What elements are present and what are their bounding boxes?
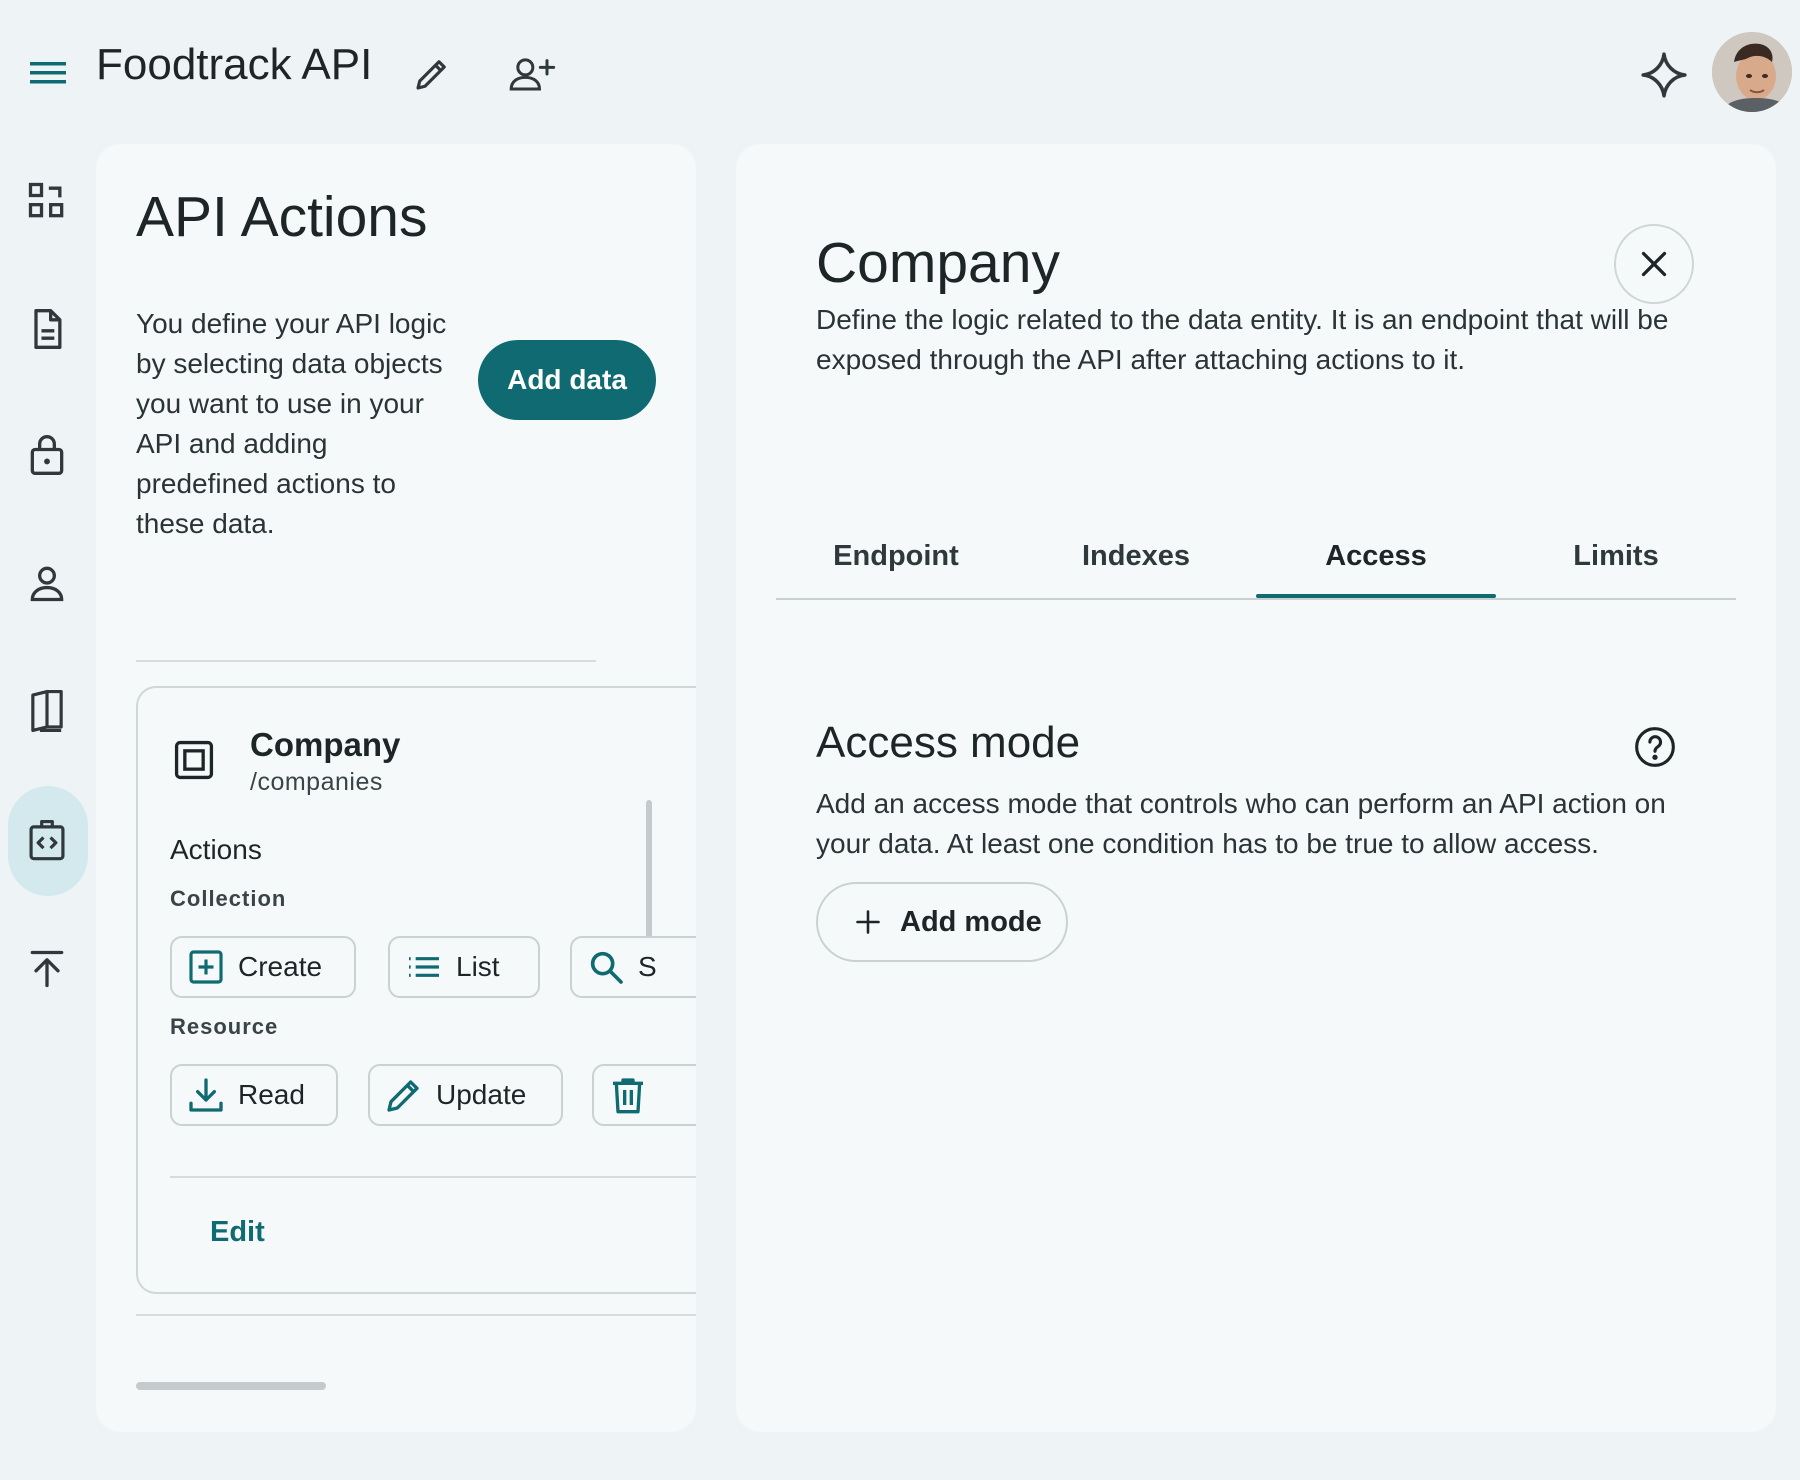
action-delete-button[interactable] [592,1064,696,1126]
panel-description: You define your API logic by selecting d… [136,308,447,539]
add-mode-label: Add mode [900,905,1042,938]
add-box-icon [189,950,223,984]
rail-item-users[interactable] [14,550,80,616]
pencil-icon [416,60,446,90]
collection-label: Collection [170,886,287,911]
search-icon [590,951,623,984]
entity-card: Company /companies Actions Collection Cr… [136,686,696,1294]
avatar-image [1712,32,1792,112]
help-button[interactable] [1630,722,1680,772]
horizontal-scrollbar[interactable] [136,1382,326,1390]
active-tab-indicator [1256,594,1496,598]
detail-description: Define the logic related to the data ent… [816,304,1669,375]
tab-indexes[interactable]: Indexes [1016,512,1256,600]
resource-label: Resource [170,1014,279,1039]
action-create-button[interactable]: Create [170,936,356,998]
tab-endpoint[interactable]: Endpoint [776,512,1016,600]
menu-icon [30,62,66,84]
divider [170,1176,696,1178]
detail-tabs: Endpoint Indexes Access Limits [776,512,1736,602]
action-list-button[interactable]: List [388,936,540,998]
user-avatar[interactable] [1712,32,1792,112]
plus-icon [856,910,880,934]
lock-icon [30,435,64,475]
entity-detail-panel: Company Define the logic related to the … [736,144,1776,1432]
ai-assistant-button[interactable] [1632,44,1696,106]
entity-path: /companies [250,768,383,796]
tab-access[interactable]: Access [1256,512,1496,600]
actions-heading: Actions [170,834,262,865]
divider [136,1314,696,1316]
action-search-button[interactable]: S [570,936,696,998]
tabs-divider [776,598,1736,600]
api-actions-panel: API Actions You define your API logic by… [96,144,696,1432]
close-icon [1641,251,1667,277]
person-add-icon [509,58,556,91]
tab-limits[interactable]: Limits [1496,512,1736,600]
edit-entity-button[interactable]: Edit [210,1216,265,1249]
action-label: List [456,951,500,982]
action-label: Read [238,1079,305,1110]
rail-item-api-actions[interactable] [14,808,80,874]
api-code-icon [29,819,65,861]
detail-title: Company [816,231,1060,295]
action-read-button[interactable]: Read [170,1064,338,1126]
person-icon [30,566,64,602]
pencil-icon [387,1080,419,1112]
panel-title: API Actions [136,185,428,249]
action-label: S [638,951,657,982]
edit-title-button[interactable] [404,46,460,102]
add-data-button[interactable]: Add data [478,340,656,420]
publish-icon [30,950,64,988]
rail-item-docs[interactable] [14,678,80,744]
action-label: Update [436,1079,527,1110]
sparkle-icon [1641,52,1687,98]
book-icon [31,689,63,733]
list-icon [409,957,439,977]
entity-icon [172,738,216,782]
action-label: Create [238,951,323,982]
rail-item-security[interactable] [14,422,80,488]
rail-item-publish[interactable] [14,936,80,1002]
menu-button[interactable] [24,50,72,96]
document-icon [34,309,62,349]
rail-item-dashboard[interactable] [14,168,80,234]
add-user-button[interactable] [502,46,562,102]
help-icon [1635,727,1675,767]
divider [136,660,596,662]
close-button[interactable] [1614,224,1694,304]
action-update-button[interactable]: Update [368,1064,563,1126]
rail-item-documents[interactable] [14,296,80,362]
trash-icon [613,1078,643,1114]
add-mode-button[interactable]: Add mode [816,882,1068,962]
access-mode-description: Add an access mode that controls who can… [816,788,1666,859]
entity-name: Company [250,726,401,763]
app-title: Foodtrack API [96,40,373,89]
access-mode-title: Access mode [816,718,1081,767]
dashboard-icon [28,182,64,218]
download-icon [189,1078,223,1112]
